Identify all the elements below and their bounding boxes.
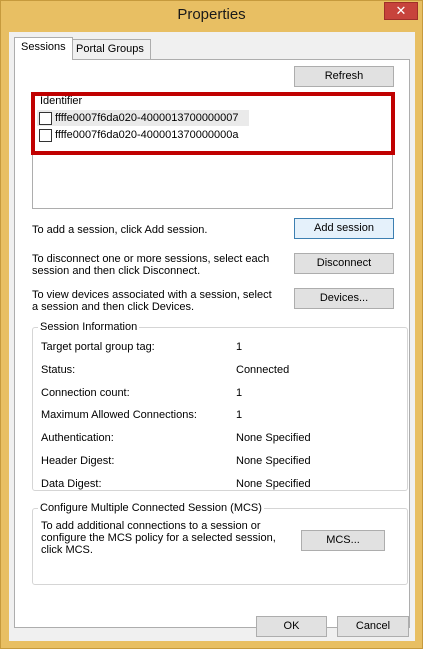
title-bar[interactable]: Properties ✕	[1, 1, 422, 31]
mcs-button[interactable]: MCS...	[301, 530, 385, 551]
tpgt-value: 1	[236, 341, 243, 353]
ok-button[interactable]: OK	[256, 616, 327, 637]
tab-portal-groups[interactable]: Portal Groups	[69, 39, 151, 59]
refresh-button[interactable]: Refresh	[294, 66, 394, 87]
disconnect-button[interactable]: Disconnect	[294, 253, 394, 274]
status-label: Status:	[41, 364, 76, 376]
mcs-title: Configure Multiple Connected Session (MC…	[38, 502, 264, 514]
close-button[interactable]: ✕	[384, 2, 418, 20]
window-title: Properties	[177, 6, 246, 23]
authentication-label: Authentication:	[41, 432, 114, 444]
mcs-text-line-3: click MCS.	[41, 544, 93, 556]
highlight-box	[31, 92, 395, 155]
sessions-tab-panel: Refresh Identifier ffffe0007f6da020-4000…	[14, 59, 410, 628]
session-information-group: Session Information Target portal group …	[32, 321, 408, 491]
devices-button[interactable]: Devices...	[294, 288, 394, 309]
header-digest-value: None Specified	[236, 455, 311, 467]
data-digest-value: None Specified	[236, 478, 311, 490]
max-connections-label: Maximum Allowed Connections:	[41, 409, 197, 421]
close-icon: ✕	[395, 3, 407, 18]
add-session-text: To add a session, click Add session.	[32, 224, 208, 236]
add-session-button[interactable]: Add session	[294, 218, 394, 239]
devices-text-line-2: a session and then click Devices.	[32, 301, 195, 313]
status-value: Connected	[236, 364, 290, 376]
dialog-client-area: Sessions Portal Groups Refresh Identifie…	[9, 32, 415, 641]
connection-count-value: 1	[236, 387, 243, 399]
mcs-group: Configure Multiple Connected Session (MC…	[32, 502, 408, 585]
tab-sessions[interactable]: Sessions	[14, 37, 73, 60]
authentication-value: None Specified	[236, 432, 311, 444]
header-digest-label: Header Digest:	[41, 455, 115, 467]
disconnect-text-line-2: session and then click Disconnect.	[32, 265, 201, 277]
cancel-button[interactable]: Cancel	[337, 616, 409, 637]
tpgt-label: Target portal group tag:	[41, 341, 155, 353]
properties-window: Properties ✕ Sessions Portal Groups Refr…	[0, 0, 423, 649]
max-connections-value: 1	[236, 409, 243, 421]
data-digest-label: Data Digest:	[41, 478, 102, 490]
session-information-title: Session Information	[38, 321, 140, 333]
connection-count-label: Connection count:	[41, 387, 130, 399]
